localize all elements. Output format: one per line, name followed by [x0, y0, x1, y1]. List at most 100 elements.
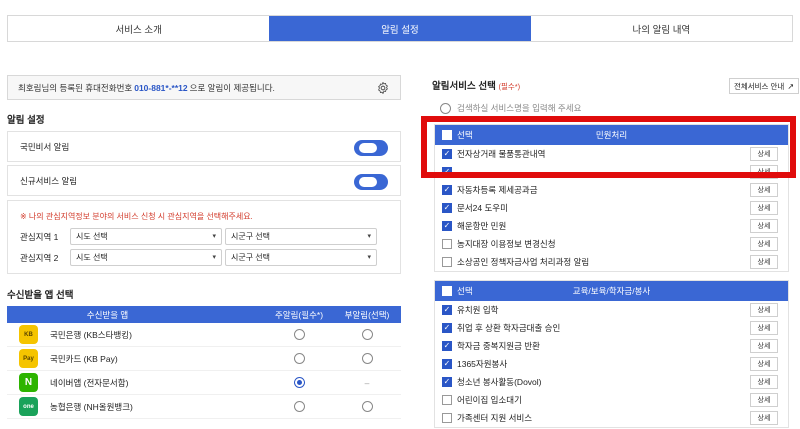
tab-service-intro[interactable]: 서비스 소개: [8, 16, 270, 41]
chevron-down-icon: ▾: [367, 254, 371, 261]
detail-button[interactable]: 상세: [750, 183, 778, 197]
app-name: 국민카드 (KB Pay): [50, 353, 118, 364]
checkbox-checked-icon[interactable]: [442, 221, 452, 231]
service-item[interactable]: 농지대장 이용정보 변경신청 상세: [435, 235, 788, 253]
service-label: 1365자원봉사: [457, 359, 508, 369]
category-name: 교육/보육/학자금/봉사: [572, 286, 651, 296]
region-2-sido-value: 시도 선택: [76, 253, 108, 262]
select-all-label: 선택: [457, 286, 473, 296]
service-item[interactable]: 어린이집 입소대기 상세: [435, 391, 788, 409]
checkbox-checked-icon[interactable]: [442, 323, 452, 333]
region-2-sigungu-value: 시군구 선택: [231, 253, 271, 262]
service-search[interactable]: 검색하실 서비스명을 입력해 주세요: [440, 102, 581, 114]
checkbox-checked-icon[interactable]: [442, 305, 452, 315]
service-label: 해운항만 민원: [457, 221, 507, 231]
region-note: ※ 나의 관심지역정보 분야의 서비스 신청 시 관심지역을 선택해주세요.: [20, 212, 253, 221]
app-row-kb-bank: KB 국민은행 (KB스타뱅킹): [7, 323, 401, 347]
service-item[interactable]: 자동차등록 제세공과금 상세: [435, 181, 788, 199]
detail-button[interactable]: 상세: [750, 393, 778, 407]
services-title: 알림서비스 선택 (필수*): [432, 78, 520, 92]
service-item[interactable]: 해운항만 민원 상세: [435, 217, 788, 235]
service-item[interactable]: 문서24 도우미 상세: [435, 199, 788, 217]
national-secretary-alert-row: 국민비서 알림: [7, 131, 401, 162]
apps-table-header: 수신받을 앱 주알림(필수*) 부알림(선택): [7, 306, 401, 323]
service-label: 가족센터 지원 서비스: [457, 413, 533, 423]
main-alert-radio[interactable]: [293, 329, 305, 340]
detail-button[interactable]: 상세: [750, 219, 778, 233]
phone-notice: 최호림님의 등록된 휴대전화번호 010-881*-**12 으로 알림이 제공…: [7, 75, 401, 100]
sub-alert-radio[interactable]: [361, 329, 373, 340]
kb-starbanking-icon: KB: [19, 325, 38, 344]
gear-icon[interactable]: [376, 81, 390, 95]
notice-prefix: 최호림님의 등록된 휴대전화번호: [18, 82, 133, 93]
service-label: 소상공인 정책자금사업 처리과정 알림: [457, 257, 590, 267]
checkbox-icon[interactable]: [442, 413, 452, 423]
checkbox-checked-icon[interactable]: [442, 341, 452, 351]
checkbox-icon[interactable]: [442, 239, 452, 249]
detail-button[interactable]: 상세: [750, 237, 778, 251]
chevron-down-icon: ▾: [212, 254, 216, 261]
detail-button[interactable]: 상세: [750, 303, 778, 317]
apps-header-app: 수신받을 앱: [86, 309, 129, 320]
service-item[interactable]: 취업 후 상환 학자금대출 승인 상세: [435, 319, 788, 337]
sub-alert-unavailable: –: [364, 377, 370, 388]
new-service-alert-toggle[interactable]: [354, 174, 388, 190]
service-item[interactable]: 소상공인 정책자금사업 처리과정 알림 상세: [435, 253, 788, 271]
checkbox-checked-icon[interactable]: [442, 203, 452, 213]
checkbox-checked-icon[interactable]: [442, 377, 452, 387]
main-alert-radio[interactable]: [293, 353, 305, 364]
apps-title: 수신받을 앱 선택: [7, 290, 74, 301]
detail-button[interactable]: 상세: [750, 321, 778, 335]
service-item[interactable]: 학자금 중복지원금 반환 상세: [435, 337, 788, 355]
service-item[interactable]: 청소년 봉사활동(Dovol) 상세: [435, 373, 788, 391]
main-alert-radio[interactable]: [293, 377, 305, 388]
notice-phone: 010-881*-**12: [134, 82, 188, 93]
national-secretary-alert-label: 국민비서 알림: [20, 141, 70, 152]
region-2-sido-select[interactable]: 시도 선택 ▾: [70, 249, 222, 266]
detail-button[interactable]: 상세: [750, 339, 778, 353]
tab-alert-settings[interactable]: 알림 설정: [269, 16, 531, 41]
all-services-button[interactable]: 전체서비스 안내 ↗: [729, 78, 799, 94]
service-item[interactable]: 가족센터 지원 서비스 상세: [435, 409, 788, 427]
region-row-2: 관심지역 2 시도 선택 ▾ 시군구 선택 ▾: [20, 249, 377, 266]
category-header: 선택 교육/보육/학자금/봉사: [435, 281, 788, 301]
region-1-sido-select[interactable]: 시도 선택 ▾: [70, 228, 222, 245]
service-item[interactable]: 유치원 입학 상세: [435, 301, 788, 319]
checkbox-checked-icon[interactable]: [442, 359, 452, 369]
detail-button[interactable]: 상세: [750, 255, 778, 269]
app-name: 농협은행 (NH올원뱅크): [50, 401, 133, 412]
detail-button[interactable]: 상세: [750, 375, 778, 389]
checkbox-icon[interactable]: [442, 257, 452, 267]
checkbox-checked-icon[interactable]: [442, 185, 452, 195]
region-row-1: 관심지역 1 시도 선택 ▾ 시군구 선택 ▾: [20, 228, 377, 245]
all-services-label: 전체서비스 안내: [733, 81, 785, 91]
chevron-down-icon: ▾: [212, 233, 216, 240]
checkbox-icon[interactable]: [442, 395, 452, 405]
services-title-text: 알림서비스 선택: [432, 81, 496, 92]
region-1-sigungu-select[interactable]: 시군구 선택 ▾: [225, 228, 377, 245]
main-tabs: 서비스 소개 알림 설정 나의 알림 내역: [7, 15, 793, 42]
detail-button[interactable]: 상세: [750, 357, 778, 371]
main-alert-radio[interactable]: [293, 401, 305, 412]
sub-alert-radio[interactable]: [361, 401, 373, 412]
select-all-checkbox[interactable]: 선택: [442, 285, 473, 297]
national-secretary-alert-toggle[interactable]: [354, 140, 388, 156]
sub-alert-radio[interactable]: [361, 353, 373, 364]
region-1-sigungu-value: 시군구 선택: [231, 232, 271, 241]
notice-suffix: 으로 알림이 제공됩니다.: [189, 82, 275, 93]
tab-my-alert-history[interactable]: 나의 알림 내역: [530, 16, 792, 41]
detail-button[interactable]: 상세: [750, 201, 778, 215]
region-2-sigungu-select[interactable]: 시군구 선택 ▾: [225, 249, 377, 266]
kb-pay-icon: Pay: [19, 349, 38, 368]
detail-button[interactable]: 상세: [750, 411, 778, 425]
region-1-sido-value: 시도 선택: [76, 232, 108, 241]
highlight-frame: [421, 116, 796, 178]
service-item[interactable]: 1365자원봉사 상세: [435, 355, 788, 373]
search-option-radio[interactable]: [440, 102, 451, 114]
new-service-alert-label: 신규서비스 알림: [20, 175, 78, 186]
services-required: (필수*): [498, 82, 521, 91]
app-row-naver: N 네이버앱 (전자문서함) –: [7, 371, 401, 395]
app-row-kb-pay: Pay 국민카드 (KB Pay): [7, 347, 401, 371]
service-label: 문서24 도우미: [457, 203, 508, 213]
app-row-nh: one 농협은행 (NH올원뱅크): [7, 395, 401, 419]
